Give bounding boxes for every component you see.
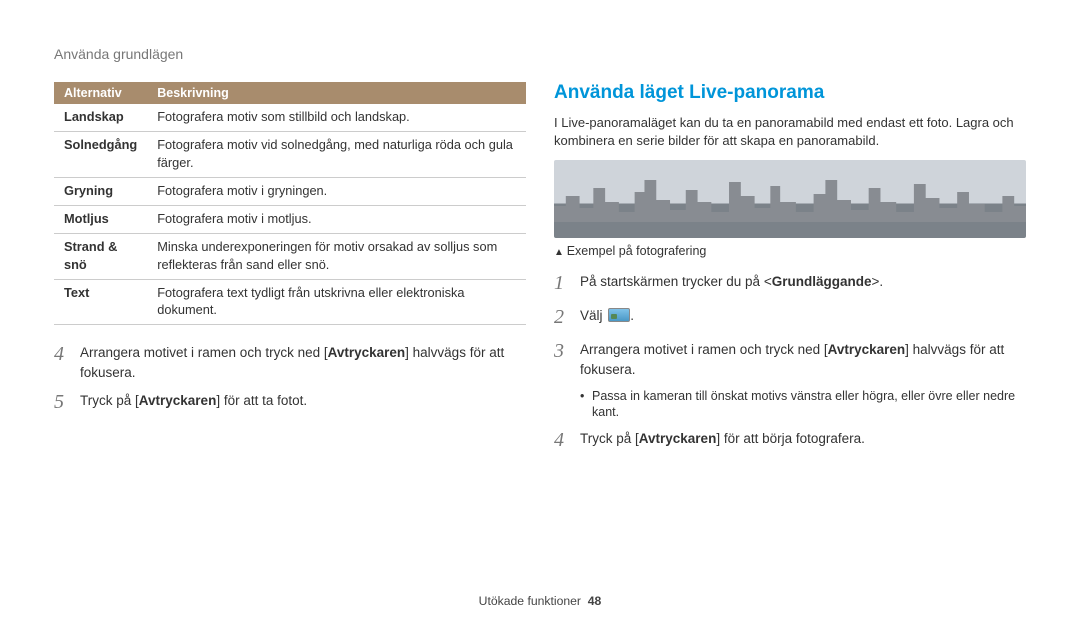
left-column: Alternativ Beskrivning LandskapFotografe… (54, 82, 526, 463)
two-column-layout: Alternativ Beskrivning LandskapFotografe… (54, 82, 1026, 463)
left-steps: 4 Arrangera motivet i ramen och tryck ne… (54, 343, 526, 416)
step-number: 2 (554, 303, 580, 332)
step-text: Arrangera motivet i ramen och tryck ned … (80, 343, 526, 382)
page-footer: Utökade funktioner 48 (0, 594, 1080, 608)
cell-opt: Text (54, 279, 147, 325)
cell-opt: Solnedgång (54, 132, 147, 178)
step-3: 3 Arrangera motivet i ramen och tryck ne… (554, 340, 1026, 379)
step-note-item: Passa in kameran till önskat motivs väns… (580, 388, 1026, 422)
step-5: 5 Tryck på [Avtryckaren] för att ta foto… (54, 391, 526, 417)
step-text: Arrangera motivet i ramen och tryck ned … (580, 340, 1026, 379)
step-number: 4 (54, 340, 80, 382)
panorama-caption: Exempel på fotografering (554, 244, 1026, 258)
cell-opt: Strand & snö (54, 234, 147, 280)
intro-text: I Live-panoramaläget kan du ta en panora… (554, 114, 1026, 150)
table-row: TextFotografera text tydligt från utskri… (54, 279, 526, 325)
cell-desc: Fotografera motiv i gryningen. (147, 177, 526, 205)
cell-opt: Gryning (54, 177, 147, 205)
cell-desc: Minska underexponeringen för motiv orsak… (147, 234, 526, 280)
step-4: 4 Tryck på [Avtryckaren] för att börja f… (554, 429, 1026, 455)
breadcrumb: Använda grundlägen (54, 46, 1026, 62)
step-1: 1 På startskärmen trycker du på <Grundlä… (554, 272, 1026, 298)
table-row: GryningFotografera motiv i gryningen. (54, 177, 526, 205)
cell-opt: Motljus (54, 206, 147, 234)
page: Använda grundlägen Alternativ Beskrivnin… (0, 0, 1080, 463)
table-row: MotljusFotografera motiv i motljus. (54, 206, 526, 234)
th-alternativ: Alternativ (54, 82, 147, 104)
table-row: Strand & snöMinska underexponeringen för… (54, 234, 526, 280)
step-text: Välj . (580, 306, 1026, 332)
cell-desc: Fotografera text tydligt från utskrivna … (147, 279, 526, 325)
table-row: SolnedgångFotografera motiv vid solnedgå… (54, 132, 526, 178)
step-text: Tryck på [Avtryckaren] för att börja fot… (580, 429, 1026, 455)
options-table: Alternativ Beskrivning LandskapFotografe… (54, 82, 526, 325)
step-number: 4 (554, 426, 580, 455)
footer-section: Utökade funktioner (479, 594, 581, 608)
cell-desc: Fotografera motiv som stillbild och land… (147, 104, 526, 132)
panorama-illustration (554, 160, 1026, 238)
step-2: 2 Välj . (554, 306, 1026, 332)
section-title: Använda läget Live-panorama (554, 82, 1026, 104)
step-3-note: Passa in kameran till önskat motivs väns… (580, 388, 1026, 422)
step-text: Tryck på [Avtryckaren] för att ta fotot. (80, 391, 526, 417)
step-number: 1 (554, 269, 580, 298)
cell-opt: Landskap (54, 104, 147, 132)
step-text: På startskärmen trycker du på <Grundlägg… (580, 272, 1026, 298)
right-column: Använda läget Live-panorama I Live-panor… (554, 82, 1026, 463)
panorama-mode-icon (608, 308, 630, 322)
cell-desc: Fotografera motiv vid solnedgång, med na… (147, 132, 526, 178)
th-beskrivning: Beskrivning (147, 82, 526, 104)
step-4: 4 Arrangera motivet i ramen och tryck ne… (54, 343, 526, 382)
step-number: 3 (554, 337, 580, 379)
cell-desc: Fotografera motiv i motljus. (147, 206, 526, 234)
skyline-icon (554, 172, 1026, 222)
table-row: LandskapFotografera motiv som stillbild … (54, 104, 526, 132)
footer-page-number: 48 (588, 594, 602, 608)
step-number: 5 (54, 388, 80, 417)
right-steps: 1 På startskärmen trycker du på <Grundlä… (554, 272, 1026, 455)
